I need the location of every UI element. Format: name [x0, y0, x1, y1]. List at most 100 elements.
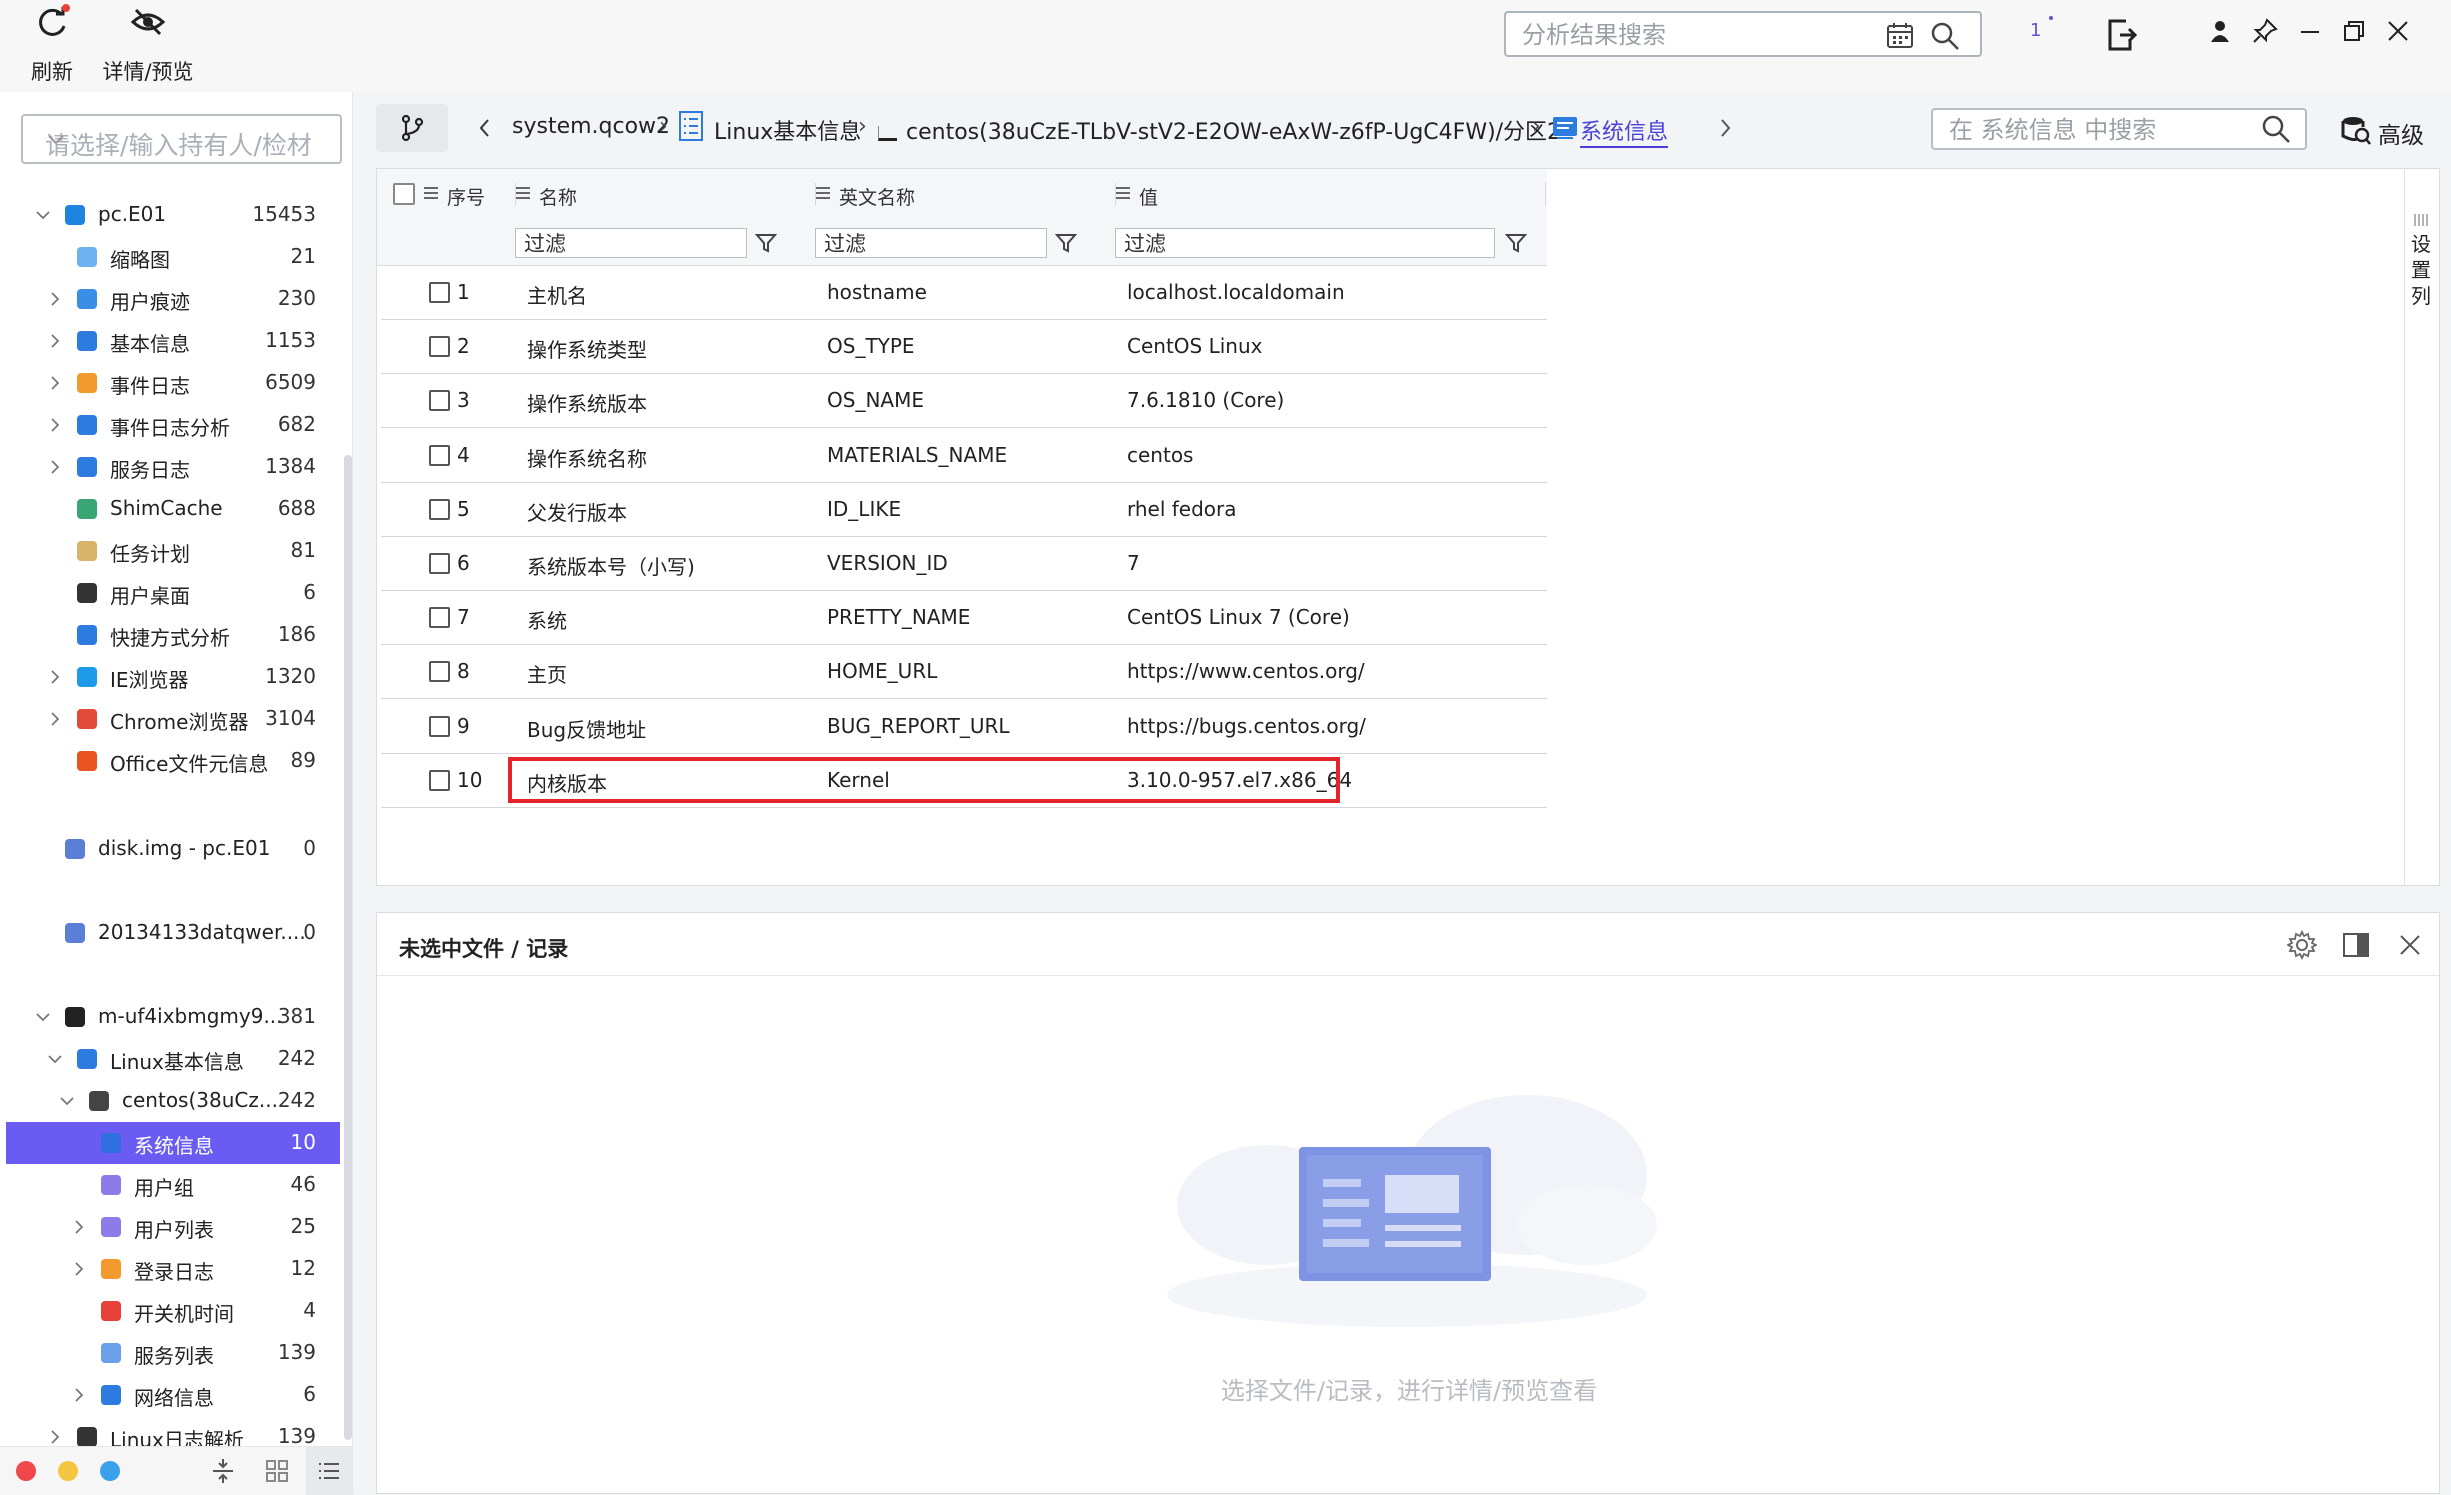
chevron-down-icon[interactable] — [58, 1091, 76, 1115]
breadcrumb-item-linux-info[interactable]: Linux基本信息 — [714, 114, 861, 146]
filter-icon[interactable] — [755, 232, 777, 254]
sidebar-tree-item[interactable]: centos(38uCz... 242 — [6, 1080, 340, 1122]
sidebar-tree-item[interactable]: m-uf4ixbmgmy9... 381 — [6, 996, 340, 1038]
table-row[interactable]: 6 系统版本号（小写) VERSION_ID 7 — [381, 536, 1547, 591]
sidebar-tree-item[interactable]: Linux基本信息 242 — [6, 1038, 340, 1080]
filter-icon[interactable] — [1505, 232, 1527, 254]
select-all-checkbox[interactable] — [393, 183, 415, 205]
sidebar-tree-item[interactable]: disk.img - pc.E01 0 — [6, 828, 340, 870]
collapse-tree-icon[interactable] — [210, 1457, 236, 1485]
split-panel-icon[interactable] — [2341, 930, 2371, 960]
breadcrumb-back-icon[interactable] — [476, 116, 494, 140]
sidebar-tree-item[interactable]: 用户组 46 — [6, 1164, 340, 1206]
sidebar-tree-item[interactable]: 服务列表 139 — [6, 1332, 340, 1374]
sidebar-tree-item[interactable]: 20134133datqwer.... 0 — [6, 912, 340, 954]
branch-button[interactable] — [376, 104, 448, 152]
column-menu-icon[interactable] — [515, 185, 531, 201]
filter-icon[interactable] — [1055, 232, 1077, 254]
table-row[interactable]: 2 操作系统类型 OS_TYPE CentOS Linux — [381, 319, 1547, 375]
sidebar-tree-item[interactable]: 登录日志 12 — [6, 1248, 340, 1290]
column-header-value[interactable]: 值 — [1139, 183, 1158, 210]
close-window-icon[interactable] — [2386, 18, 2410, 44]
row-checkbox[interactable] — [429, 607, 450, 629]
row-checkbox[interactable] — [429, 390, 450, 412]
column-header-english-name[interactable]: 英文名称 — [839, 183, 915, 210]
sidebar-tree-item[interactable]: 服务日志 1384 — [6, 446, 340, 488]
blue-dot-icon[interactable] — [100, 1461, 120, 1481]
red-dot-icon[interactable] — [16, 1461, 36, 1481]
table-row[interactable]: 8 主页 HOME_URL https://www.centos.org/ — [381, 644, 1547, 700]
sidebar-scrollbar[interactable] — [344, 455, 352, 1440]
sidebar-tree-item[interactable]: 事件日志 6509 — [6, 362, 340, 404]
chevron-down-icon[interactable] — [46, 1049, 64, 1073]
pin-icon[interactable] — [2252, 18, 2278, 44]
filter-name-field[interactable] — [515, 228, 747, 258]
row-checkbox[interactable] — [429, 715, 450, 737]
chevron-right-icon[interactable] — [46, 289, 64, 313]
sidebar-tree-item[interactable]: 网络信息 6 — [6, 1374, 340, 1416]
close-icon[interactable] — [2395, 930, 2425, 960]
search-icon[interactable] — [1930, 21, 1960, 51]
row-checkbox[interactable] — [429, 336, 450, 358]
sidebar-tree-item[interactable]: 快捷方式分析 186 — [6, 614, 340, 656]
sidebar-tree-item[interactable]: 用户列表 25 — [6, 1206, 340, 1248]
sidebar-tree-item[interactable]: 系统信息 10 — [6, 1122, 340, 1164]
chevron-down-icon[interactable] — [34, 1007, 52, 1031]
sidebar-tree-item[interactable]: pc.E01 15453 — [6, 194, 340, 236]
advanced-search-button[interactable]: 高级 — [2338, 110, 2438, 150]
owner-select[interactable]: 请选择/输入持有人/检材 — [21, 114, 342, 164]
gear-icon[interactable] — [2287, 930, 2317, 960]
chevron-right-icon[interactable] — [46, 667, 64, 691]
column-header-name[interactable]: 名称 — [539, 183, 577, 210]
sidebar-tree-item[interactable]: 用户痕迹 230 — [6, 278, 340, 320]
table-row[interactable]: 3 操作系统版本 OS_NAME 7.6.1810 (Core) — [381, 373, 1547, 429]
table-row[interactable]: 4 操作系统名称 MATERIALS_NAME centos — [381, 428, 1547, 483]
notification-badge[interactable]: 1 — [2030, 20, 2041, 41]
row-checkbox[interactable] — [429, 553, 450, 574]
details-preview-button[interactable]: 详情/预览 — [98, 0, 198, 92]
calendar-icon[interactable] — [1886, 22, 1914, 50]
sidebar-tree-item[interactable]: 用户桌面 6 — [6, 572, 340, 614]
sidebar-tree-item[interactable]: ShimCache 688 — [6, 488, 340, 530]
column-menu-icon[interactable] — [1115, 185, 1131, 201]
row-checkbox[interactable] — [429, 661, 450, 683]
column-menu-icon[interactable] — [815, 185, 831, 201]
refresh-button[interactable]: 刷新 — [22, 0, 82, 92]
chevron-right-icon[interactable] — [46, 331, 64, 355]
row-checkbox[interactable] — [429, 769, 450, 791]
sidebar-tree-item[interactable]: 缩略图 21 — [6, 236, 340, 278]
sidebar-tree-item[interactable]: Chrome浏览器 3104 — [6, 698, 340, 740]
export-icon[interactable] — [2104, 18, 2138, 52]
chevron-right-icon[interactable] — [46, 709, 64, 733]
column-settings-button[interactable]: 设置列 — [2404, 169, 2439, 885]
row-checkbox[interactable] — [429, 498, 450, 520]
table-row[interactable]: 5 父发行版本 ID_LIKE rhel fedora — [381, 482, 1547, 537]
table-row[interactable]: 1 主机名 hostname localhost.localdomain — [381, 265, 1547, 320]
yellow-dot-icon[interactable] — [58, 1461, 78, 1481]
filter-value-field[interactable] — [1115, 228, 1495, 258]
filter-english-field[interactable] — [815, 228, 1047, 258]
chevron-right-icon[interactable] — [70, 1217, 88, 1241]
breadcrumb-item-partition[interactable]: centos(38uCzE-TLbV-stV2-E2OW-eAxW-z6fP-U… — [906, 114, 1561, 146]
chevron-right-icon[interactable] — [46, 373, 64, 397]
grid-view-icon[interactable] — [264, 1458, 290, 1484]
table-row[interactable]: 7 系统 PRETTY_NAME CentOS Linux 7 (Core) — [381, 590, 1547, 646]
analysis-search-input[interactable] — [1520, 19, 1884, 51]
row-checkbox[interactable] — [429, 282, 450, 303]
chevron-right-icon[interactable] — [46, 415, 64, 439]
chevron-right-icon[interactable] — [46, 457, 64, 481]
breadcrumb-forward-icon[interactable] — [1716, 116, 1734, 140]
chevron-down-icon[interactable] — [34, 205, 52, 229]
chevron-right-icon[interactable] — [70, 1385, 88, 1409]
breadcrumb-item-current[interactable]: 系统信息 — [1580, 114, 1669, 148]
sidebar-tree-item[interactable]: 基本信息 1153 — [6, 320, 340, 362]
sidebar-tree-item[interactable]: Office文件元信息 89 — [6, 740, 340, 782]
breadcrumb-item-image[interactable]: system.qcow2 — [512, 114, 670, 139]
column-menu-icon[interactable] — [423, 185, 439, 201]
table-search-input[interactable] — [1947, 114, 2251, 146]
search-icon[interactable] — [2261, 114, 2291, 144]
table-row[interactable]: 9 Bug反馈地址 BUG_REPORT_URL https://bugs.cento… — [381, 699, 1547, 754]
row-checkbox[interactable] — [429, 444, 450, 466]
column-header-index[interactable]: 序号 — [447, 183, 485, 210]
user-icon[interactable] — [2208, 18, 2232, 44]
